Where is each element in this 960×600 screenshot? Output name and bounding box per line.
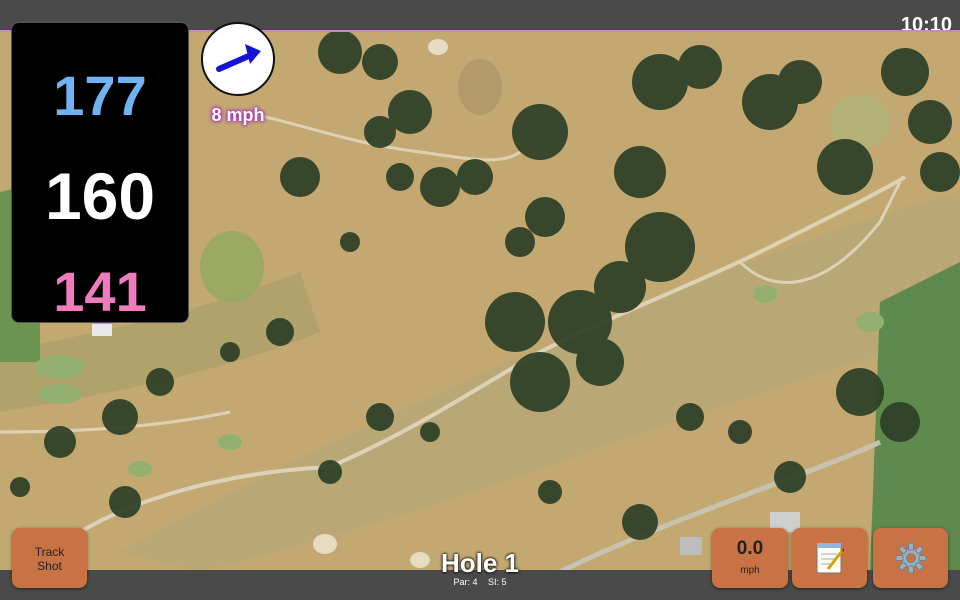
distance-panel: 177 160 141 (11, 22, 189, 323)
front-distance: 141 (53, 260, 147, 323)
wind-speed-label: 8 mph (211, 105, 265, 125)
hole-info: Par: 4 SI: 5 (380, 577, 580, 587)
hole-stroke-index: SI: 5 (488, 577, 507, 587)
speed-unit: mph (740, 565, 760, 576)
arrow-up-right-icon (216, 44, 261, 72)
back-distance: 177 (53, 64, 147, 127)
gear-icon (895, 542, 926, 574)
track-shot-label-line1: Track (34, 545, 65, 559)
hole-title: Hole 1 (440, 548, 520, 578)
settings-button[interactable] (873, 528, 948, 588)
speed-value: 0.0 (736, 538, 764, 559)
notes-button[interactable] (792, 528, 867, 588)
notepad-icon (816, 543, 844, 574)
hole-par: Par: 4 (453, 577, 478, 587)
track-shot-label-line2: Shot (37, 559, 62, 573)
wind-indicator (201, 22, 275, 96)
speed-button[interactable]: 0.0 mph (712, 528, 788, 588)
center-distance: 160 (44, 159, 156, 233)
track-shot-button[interactable]: Track Shot (12, 528, 87, 588)
